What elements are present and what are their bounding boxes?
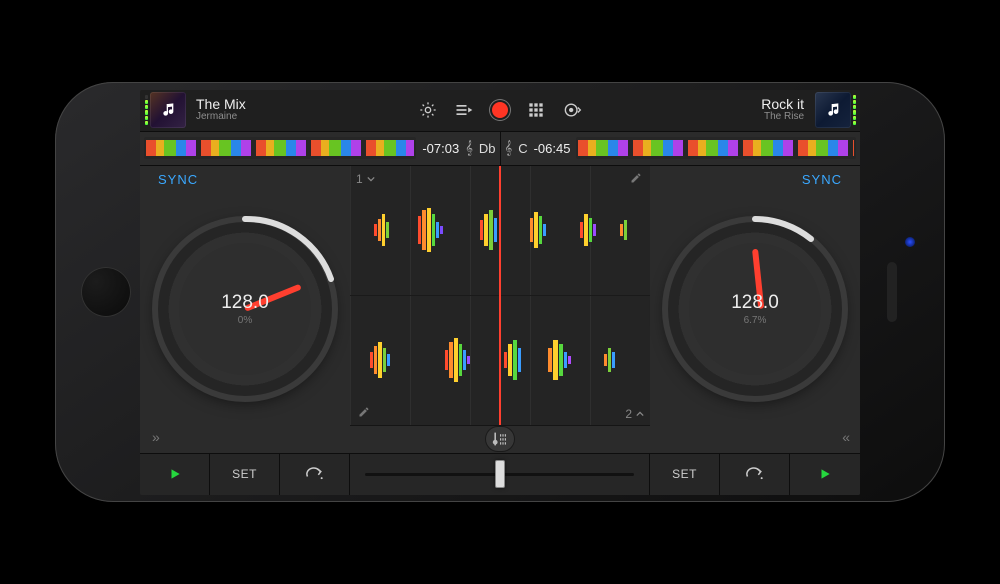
top-bar: The Mix Jermaine: [140, 90, 860, 132]
key-left: Db: [479, 141, 496, 156]
loop-icon: [745, 467, 765, 481]
record-icon: [492, 102, 508, 118]
phone-speaker: [887, 262, 897, 322]
loop-icon: [305, 467, 325, 481]
deck-area: SYNC SYNC » « 128.0 0%: [140, 166, 860, 453]
music-icon: [160, 102, 176, 118]
loop-button-right[interactable]: [720, 454, 790, 495]
music-icon: [825, 102, 841, 118]
cue-set-button-left[interactable]: SET: [210, 454, 280, 495]
track-title-left: The Mix: [196, 97, 401, 111]
jog-wheel-left[interactable]: 128.0 0%: [155, 219, 335, 399]
track-info-left[interactable]: The Mix Jermaine: [188, 93, 409, 127]
settings-button[interactable]: [415, 97, 441, 123]
time-remaining-right: -06:45: [534, 141, 571, 156]
vu-meter-left: [145, 95, 148, 125]
track-artist-right: The Rise: [599, 111, 804, 123]
pitch-right: 6.7%: [731, 315, 779, 326]
queue-icon: [454, 100, 474, 120]
waveform-area[interactable]: 1: [350, 166, 650, 453]
overview-waveform-left[interactable]: [144, 137, 416, 159]
pads-button[interactable]: [523, 97, 549, 123]
toolbar: [409, 97, 591, 123]
overview-waveform-right[interactable]: [576, 137, 856, 159]
fader-icon: [492, 432, 508, 446]
sync-button-right[interactable]: SYNC: [802, 172, 842, 187]
play-icon: [168, 467, 182, 481]
record-button[interactable]: [487, 97, 513, 123]
phone-camera: [905, 237, 915, 247]
transport-bar: SET SET: [140, 453, 860, 495]
bpm-left: 128.0: [221, 292, 269, 314]
loop-button-left[interactable]: [280, 454, 350, 495]
play-button-right[interactable]: [790, 454, 860, 495]
overview-row: -07:03 𝄞 Db -06:45 C 𝄞: [140, 132, 860, 166]
library-button-right[interactable]: [815, 92, 851, 128]
play-icon: [818, 467, 832, 481]
clef-icon: 𝄞: [505, 140, 513, 156]
app-screen: The Mix Jermaine: [140, 90, 860, 495]
clef-icon: 𝄞: [465, 140, 473, 156]
home-button[interactable]: [81, 267, 131, 317]
disc-icon: [562, 100, 582, 120]
vu-meter-right: [853, 95, 856, 125]
cue-set-button-right[interactable]: SET: [650, 454, 720, 495]
gear-icon: [418, 100, 438, 120]
track-info-right[interactable]: Rock it The Rise: [591, 93, 812, 127]
library-button-left[interactable]: [150, 92, 186, 128]
play-button-left[interactable]: [140, 454, 210, 495]
jog-wheel-right[interactable]: 128.0 6.7%: [665, 219, 845, 399]
mix-mode-button[interactable]: [486, 427, 514, 451]
time-remaining-left: -07:03: [422, 141, 459, 156]
phone-frame: The Mix Jermaine: [55, 82, 945, 502]
crossfader-knob[interactable]: [495, 460, 505, 488]
playhead-icon: [499, 166, 501, 425]
grid-icon: [526, 100, 546, 120]
sync-button-left[interactable]: SYNC: [158, 172, 198, 187]
crossfader[interactable]: [350, 454, 650, 495]
automix-button[interactable]: [559, 97, 585, 123]
track-artist-left: Jermaine: [196, 111, 401, 123]
queue-button[interactable]: [451, 97, 477, 123]
panel-expand-left[interactable]: »: [152, 429, 158, 445]
panel-expand-right[interactable]: «: [842, 429, 848, 445]
key-right: C: [518, 141, 527, 156]
bpm-right: 128.0: [731, 292, 779, 314]
pitch-left: 0%: [221, 315, 269, 326]
track-title-right: Rock it: [599, 97, 804, 111]
